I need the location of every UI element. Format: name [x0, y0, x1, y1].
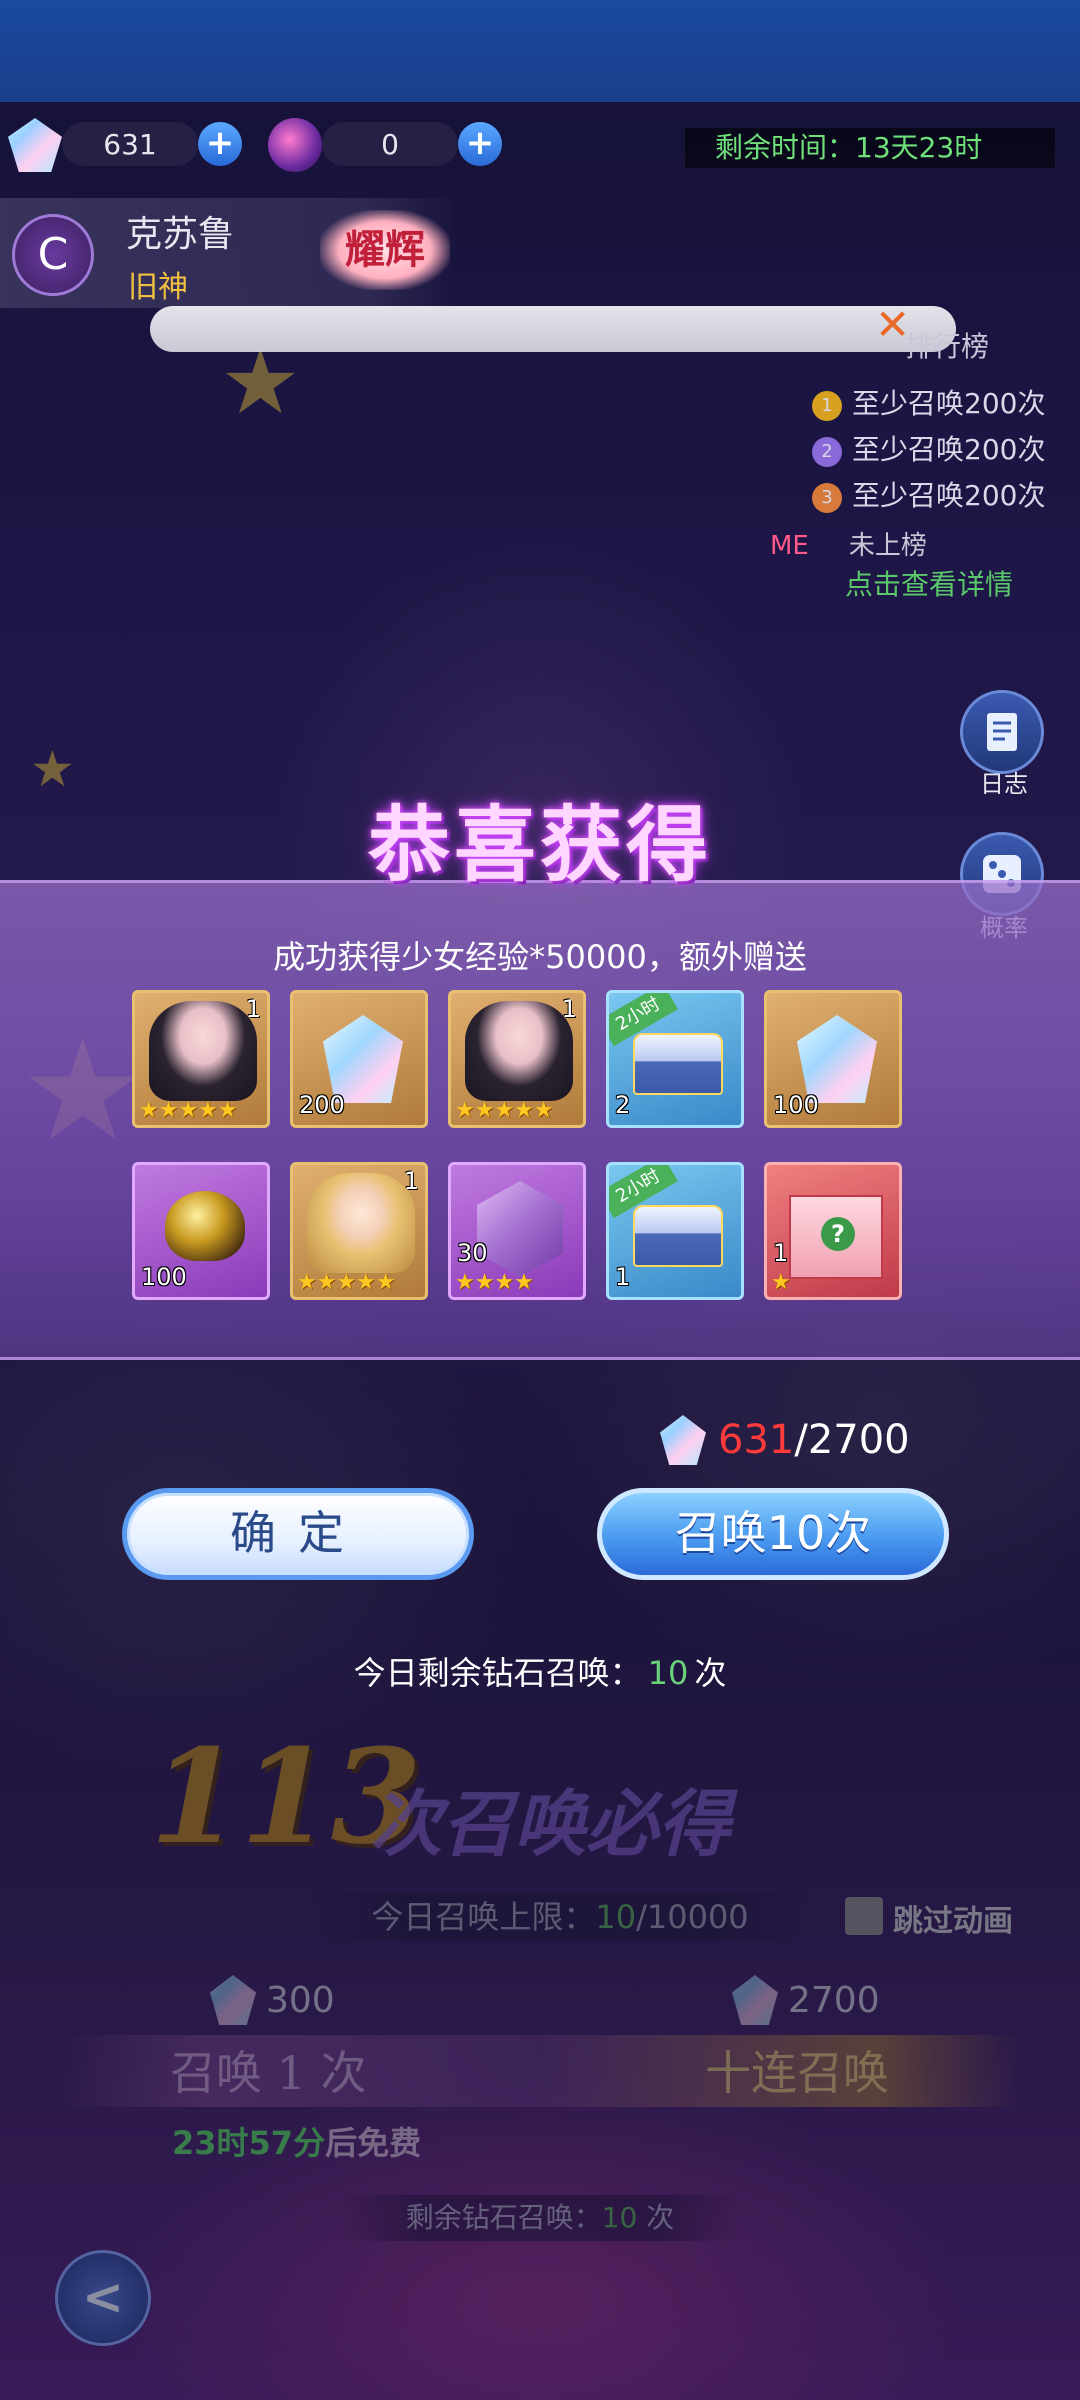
gem-balance: 631 [62, 122, 198, 166]
ranking-text: 至少召唤200次 [852, 433, 1046, 466]
reward-message: 成功获得少女经验*50000，额外赠送 [273, 938, 807, 976]
orb-icon [268, 118, 322, 172]
remaining-summons-label: 今日剩余钻石召唤： [353, 1654, 642, 1692]
remaining-summons-today: 今日剩余钻石召唤： 10 次 [0, 1648, 1080, 1694]
question-mark-icon: ? [821, 1217, 855, 1251]
document-icon [987, 713, 1017, 751]
rarity-stars: ★★★★★ [455, 1098, 554, 1123]
ranking-text: 至少召唤200次 [852, 479, 1046, 512]
system-status-band [0, 0, 1080, 102]
gems-owned: 631 [718, 1417, 795, 1463]
me-value: 未上榜 [848, 531, 927, 561]
my-rank-row: ME 未上榜 [770, 525, 927, 562]
me-label: ME [770, 531, 809, 561]
reward-item[interactable]: ? 1 ★ [764, 1162, 902, 1300]
character-name: 克苏鲁 [126, 214, 235, 255]
remaining-summons-suffix: 次 [694, 1654, 727, 1692]
golden-egg-icon [165, 1191, 245, 1261]
add-orbs-button[interactable]: + [458, 122, 502, 166]
event-remaining-time: 剩余时间：13天23时 [685, 128, 1055, 168]
rank-number: 3 [812, 483, 842, 513]
confirm-button[interactable]: 确定 [122, 1488, 474, 1580]
reward-item-count: 2 [615, 1091, 631, 1119]
reward-item-count: 100 [773, 1091, 819, 1119]
reward-item[interactable]: 1 ★★★★★ [290, 1162, 428, 1300]
rarity-stars: ★★★★★ [297, 1270, 396, 1295]
treasure-chest-icon [633, 1205, 723, 1267]
character-title: 旧神 [128, 270, 188, 305]
reward-item-quantity: 1 [403, 1167, 419, 1195]
summon-ten-again-button[interactable]: 召唤10次 [597, 1488, 949, 1580]
reward-item[interactable]: 2小时 2 [606, 990, 744, 1128]
character-emblem-icon: C [12, 214, 94, 296]
character-shard-icon [477, 1181, 563, 1277]
rarity-stars: ★★★★★ [139, 1098, 238, 1123]
orb-balance: 0 [322, 122, 458, 166]
reward-item[interactable]: 2小时 1 [606, 1162, 744, 1300]
ranking-text: 至少召唤200次 [852, 387, 1046, 420]
character-portrait [465, 1001, 573, 1101]
view-details-link[interactable]: 点击查看详情 [845, 563, 1013, 603]
rarity-stars: ★★★★ [455, 1270, 534, 1295]
reward-item-quantity: 1 [561, 995, 577, 1023]
rank-number: 1 [812, 391, 842, 421]
crystal-icon [797, 1015, 877, 1103]
reward-title: 恭喜获得 [367, 797, 712, 893]
log-button[interactable] [960, 690, 1044, 774]
gems-required: /2700 [794, 1417, 910, 1463]
ranking-row: 2 至少召唤200次 [812, 428, 1045, 468]
reward-item-count: 1 [773, 1239, 789, 1267]
reward-item[interactable]: 100 [132, 1162, 270, 1300]
reward-item[interactable]: 1 ★★★★★ [448, 990, 586, 1128]
rank-number: 2 [812, 437, 842, 467]
reward-item-count: 30 [457, 1239, 488, 1267]
summon-cost: 631/2700 [660, 1415, 910, 1465]
gem-icon [660, 1415, 706, 1465]
treasure-chest-icon [633, 1033, 723, 1095]
reward-item[interactable]: 200 [290, 990, 428, 1128]
rarity-badge: 耀辉 [320, 210, 450, 290]
reward-item-count: 1 [615, 1263, 631, 1291]
rarity-stars: ★ [771, 1270, 791, 1295]
crystal-icon [323, 1015, 403, 1103]
ranking-title[interactable]: 排行榜 [905, 325, 989, 365]
reward-item[interactable]: 100 [764, 990, 902, 1128]
ranking-row: 1 至少召唤200次 [812, 382, 1045, 422]
character-portrait [307, 1173, 415, 1273]
add-gems-button[interactable]: + [198, 122, 242, 166]
reward-item-count: 100 [141, 1263, 187, 1291]
reward-item-count: 200 [299, 1091, 345, 1119]
remaining-summons-value: 10 [647, 1654, 689, 1692]
ranking-row: 3 至少召唤200次 [812, 474, 1045, 514]
reward-item[interactable]: 1 ★★★★★ [132, 990, 270, 1128]
reward-item-quantity: 1 [245, 995, 261, 1023]
reward-item[interactable]: 30 ★★★★ [448, 1162, 586, 1300]
notice-banner [150, 306, 956, 352]
character-portrait [149, 1001, 257, 1101]
